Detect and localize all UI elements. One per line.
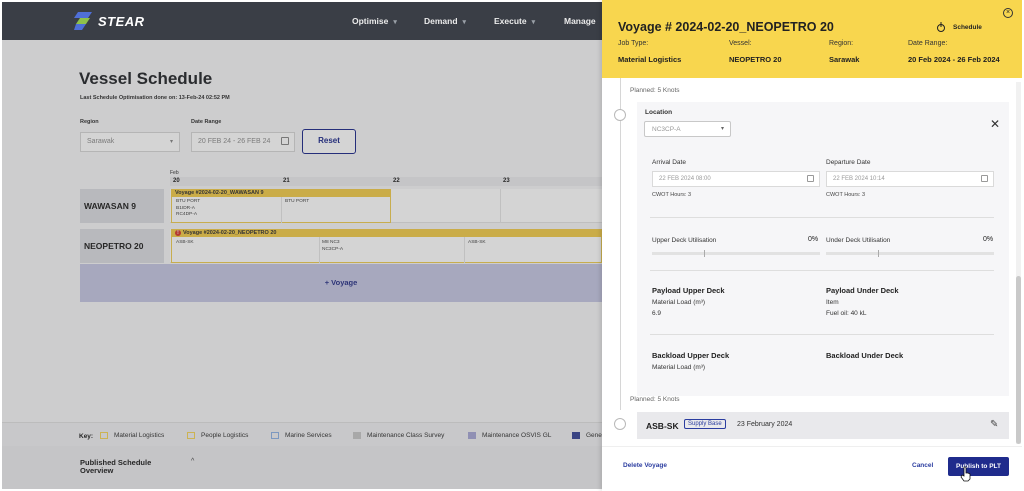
supply-base-badge: Supply Base <box>684 419 726 429</box>
stop-marker-icon <box>614 418 626 430</box>
job-type-label: Job Type: <box>618 40 649 47</box>
backload-under-title: Backload Under Deck <box>826 351 904 360</box>
top-nav: STEAR Optimise ▾ Demand ▾ Execute ▾ Manage <box>2 2 622 40</box>
backload-upper-title: Backload Upper Deck <box>652 351 730 360</box>
arrival-date-input[interactable]: 22 FEB 2024 08:00 <box>652 171 820 187</box>
vessel-label: Vessel: <box>729 40 752 47</box>
region-label: Region: <box>829 40 854 47</box>
upper-deck-util-label: Upper Deck Utilisation <box>652 237 717 244</box>
voyage-detail-panel: Voyage # 2024-02-20_NEOPETRO 20 × Schedu… <box>602 0 1024 491</box>
under-deck-util-bar <box>826 250 994 257</box>
nav-execute[interactable]: Execute ▾ <box>494 16 535 26</box>
next-stop-date: 23 February 2024 <box>737 421 793 428</box>
stop-marker-icon <box>614 109 626 121</box>
divider <box>650 217 994 218</box>
panel-header <box>602 0 1022 78</box>
under-deck-util-value: 0% <box>983 236 994 243</box>
chevron-down-icon: ▾ <box>393 19 397 26</box>
divider <box>650 334 994 335</box>
panel-title: Voyage # 2024-02-20_NEOPETRO 20 <box>618 20 834 34</box>
chevron-down-icon: ▾ <box>531 19 536 26</box>
hand-cursor-icon <box>960 466 971 482</box>
location-label: Location <box>645 109 673 116</box>
schedule-icon <box>937 22 945 32</box>
scrollbar-thumb[interactable] <box>1016 276 1021 444</box>
date-range-value: 20 Feb 2024 - 26 Feb 2024 <box>908 55 1000 64</box>
modal-overlay <box>2 40 602 489</box>
planned-speed: Planned: 5 Knots <box>630 396 680 403</box>
job-type-value: Material Logistics <box>618 55 682 64</box>
delete-voyage-button[interactable]: Delete Voyage <box>623 462 667 469</box>
date-range-label: Date Range: <box>908 40 948 47</box>
payload-upper-title: Payload Upper Deck <box>652 286 725 295</box>
app-logo[interactable]: STEAR <box>74 12 145 30</box>
payload-under-title: Payload Under Deck <box>826 286 899 295</box>
region-value: Sarawak <box>829 55 860 64</box>
divider <box>650 270 994 271</box>
schedule-button[interactable]: Schedule <box>936 22 982 32</box>
payload-upper-sub: Material Load (m³) <box>652 299 706 306</box>
calendar-icon <box>807 175 814 182</box>
payload-under-sub: Item <box>826 299 839 306</box>
vessel-value: NEOPETRO 20 <box>729 55 782 64</box>
nav-demand[interactable]: Demand ▾ <box>424 16 466 26</box>
departure-cwot: CWOT Hours: 3 <box>826 192 866 198</box>
upper-deck-util-value: 0% <box>808 236 819 243</box>
chevron-down-icon: ▾ <box>462 19 467 26</box>
timeline-line <box>620 78 621 410</box>
under-deck-util-label: Under Deck Utilisation <box>826 237 891 244</box>
nav-manage[interactable]: Manage <box>564 16 596 26</box>
publish-to-plt-button[interactable]: Publish to PLT <box>948 457 1009 476</box>
location-select[interactable]: NC3CP-A ▾ <box>644 121 731 137</box>
cancel-button[interactable]: Cancel <box>912 462 933 469</box>
backload-upper-sub: Material Load (m³) <box>652 364 706 371</box>
calendar-icon <box>981 175 988 182</box>
payload-under-value: Fuel oil: 40 kL <box>826 310 867 317</box>
app-logo-text: STEAR <box>98 13 145 29</box>
edit-icon[interactable]: ✎ <box>990 419 998 430</box>
stear-logo-icon <box>74 12 92 30</box>
chevron-down-icon: ▾ <box>720 126 724 132</box>
remove-stop-icon[interactable]: ✕ <box>990 117 1000 131</box>
upper-deck-util-bar <box>652 250 820 257</box>
nav-optimise[interactable]: Optimise ▾ <box>352 16 397 26</box>
arrival-label: Arrival Date <box>652 159 686 166</box>
departure-date-input[interactable]: 22 FEB 2024 10:14 <box>826 171 994 187</box>
planned-speed: Planned: 5 Knots <box>630 87 680 94</box>
departure-label: Departure Date <box>826 159 871 166</box>
payload-upper-value: 6.9 <box>652 310 662 317</box>
arrival-cwot: CWOT Hours: 3 <box>652 192 692 198</box>
next-stop-name: ASB-SK <box>646 421 679 431</box>
close-icon[interactable]: × <box>1003 8 1013 18</box>
